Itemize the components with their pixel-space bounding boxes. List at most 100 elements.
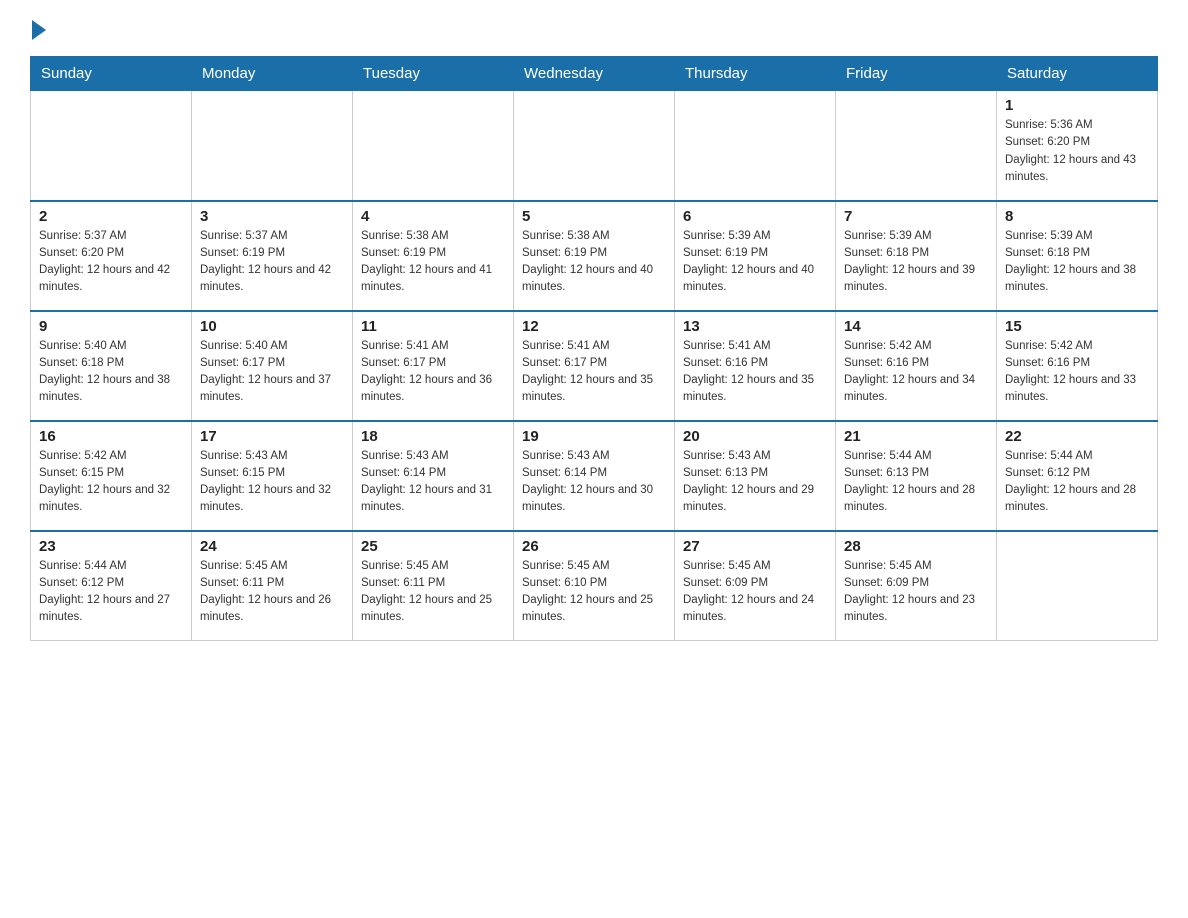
day-info: Sunrise: 5:41 AMSunset: 6:17 PMDaylight:… bbox=[361, 338, 505, 407]
calendar-week-row: 9Sunrise: 5:40 AMSunset: 6:18 PMDaylight… bbox=[31, 311, 1158, 421]
calendar-week-row: 2 Sunrise: 5:37 AMSunset: 6:20 PMDaylight… bbox=[31, 201, 1158, 311]
day-number: 26 bbox=[522, 538, 666, 555]
day-number: 13 bbox=[683, 318, 827, 335]
calendar-cell: 28 Sunrise: 5:45 AMSunset: 6:09 PMDayligh… bbox=[836, 531, 997, 641]
day-info: Sunrise: 5:45 AMSunset: 6:11 PMDaylight:… bbox=[200, 558, 344, 627]
calendar-cell: 25 Sunrise: 5:45 AMSunset: 6:11 PMDayligh… bbox=[353, 531, 514, 641]
day-number: 12 bbox=[522, 318, 666, 335]
calendar-cell: 12 Sunrise: 5:41 AMSunset: 6:17 PMDayligh… bbox=[514, 311, 675, 421]
day-info: Sunrise: 5:40 AMSunset: 6:17 PMDaylight:… bbox=[200, 338, 344, 407]
day-info: Sunrise: 5:37 AMSunset: 6:19 PMDaylight:… bbox=[200, 228, 344, 297]
day-info: Sunrise: 5:42 AMSunset: 6:16 PMDaylight:… bbox=[844, 338, 988, 407]
calendar-cell: 13 Sunrise: 5:41 AMSunset: 6:16 PMDayligh… bbox=[675, 311, 836, 421]
calendar-cell: 19 Sunrise: 5:43 AMSunset: 6:14 PMDayligh… bbox=[514, 421, 675, 531]
day-number: 18 bbox=[361, 428, 505, 445]
day-number: 4 bbox=[361, 208, 505, 225]
day-info: Sunrise: 5:39 AMSunset: 6:18 PMDaylight:… bbox=[1005, 228, 1149, 297]
logo bbox=[30, 20, 46, 40]
calendar-cell: 7 Sunrise: 5:39 AMSunset: 6:18 PMDaylight… bbox=[836, 201, 997, 311]
weekday-header-row: Sunday Monday Tuesday Wednesday Thursday… bbox=[31, 57, 1158, 91]
logo-arrow-icon bbox=[32, 20, 46, 40]
calendar-cell bbox=[836, 91, 997, 201]
day-number: 23 bbox=[39, 538, 183, 555]
day-info: Sunrise: 5:44 AMSunset: 6:13 PMDaylight:… bbox=[844, 448, 988, 517]
day-number: 11 bbox=[361, 318, 505, 335]
calendar-cell: 27 Sunrise: 5:45 AMSunset: 6:09 PMDayligh… bbox=[675, 531, 836, 641]
header-saturday: Saturday bbox=[997, 57, 1158, 91]
calendar-cell bbox=[675, 91, 836, 201]
day-info: Sunrise: 5:38 AMSunset: 6:19 PMDaylight:… bbox=[361, 228, 505, 297]
calendar-table: Sunday Monday Tuesday Wednesday Thursday… bbox=[30, 56, 1158, 641]
calendar-cell bbox=[514, 91, 675, 201]
calendar-cell: 9Sunrise: 5:40 AMSunset: 6:18 PMDaylight… bbox=[31, 311, 192, 421]
day-number: 28 bbox=[844, 538, 988, 555]
calendar-cell: 3 Sunrise: 5:37 AMSunset: 6:19 PMDaylight… bbox=[192, 201, 353, 311]
day-number: 9 bbox=[39, 318, 183, 335]
header bbox=[30, 20, 1158, 40]
calendar-week-row: 23 Sunrise: 5:44 AMSunset: 6:12 PMDayligh… bbox=[31, 531, 1158, 641]
calendar-cell: 10 Sunrise: 5:40 AMSunset: 6:17 PMDayligh… bbox=[192, 311, 353, 421]
calendar-cell: 6 Sunrise: 5:39 AMSunset: 6:19 PMDaylight… bbox=[675, 201, 836, 311]
day-info: Sunrise: 5:44 AMSunset: 6:12 PMDaylight:… bbox=[1005, 448, 1149, 517]
calendar-cell bbox=[192, 91, 353, 201]
day-number: 16 bbox=[39, 428, 183, 445]
calendar-cell: 14 Sunrise: 5:42 AMSunset: 6:16 PMDayligh… bbox=[836, 311, 997, 421]
day-info: Sunrise: 5:41 AMSunset: 6:16 PMDaylight:… bbox=[683, 338, 827, 407]
day-info: Sunrise: 5:39 AMSunset: 6:19 PMDaylight:… bbox=[683, 228, 827, 297]
day-number: 10 bbox=[200, 318, 344, 335]
calendar-cell: 17 Sunrise: 5:43 AMSunset: 6:15 PMDayligh… bbox=[192, 421, 353, 531]
day-info: Sunrise: 5:44 AMSunset: 6:12 PMDaylight:… bbox=[39, 558, 183, 627]
calendar-cell bbox=[353, 91, 514, 201]
day-info: Sunrise: 5:36 AMSunset: 6:20 PMDaylight:… bbox=[1005, 117, 1149, 186]
day-number: 22 bbox=[1005, 428, 1149, 445]
calendar-cell bbox=[31, 91, 192, 201]
day-number: 7 bbox=[844, 208, 988, 225]
day-number: 5 bbox=[522, 208, 666, 225]
day-info: Sunrise: 5:45 AMSunset: 6:09 PMDaylight:… bbox=[683, 558, 827, 627]
day-info: Sunrise: 5:42 AMSunset: 6:16 PMDaylight:… bbox=[1005, 338, 1149, 407]
calendar-cell: 5 Sunrise: 5:38 AMSunset: 6:19 PMDaylight… bbox=[514, 201, 675, 311]
header-wednesday: Wednesday bbox=[514, 57, 675, 91]
header-friday: Friday bbox=[836, 57, 997, 91]
calendar-cell: 16 Sunrise: 5:42 AMSunset: 6:15 PMDayligh… bbox=[31, 421, 192, 531]
calendar-cell: 18 Sunrise: 5:43 AMSunset: 6:14 PMDayligh… bbox=[353, 421, 514, 531]
day-number: 25 bbox=[361, 538, 505, 555]
calendar-week-row: 16 Sunrise: 5:42 AMSunset: 6:15 PMDayligh… bbox=[31, 421, 1158, 531]
day-number: 27 bbox=[683, 538, 827, 555]
day-info: Sunrise: 5:45 AMSunset: 6:10 PMDaylight:… bbox=[522, 558, 666, 627]
day-info: Sunrise: 5:43 AMSunset: 6:15 PMDaylight:… bbox=[200, 448, 344, 517]
day-info: Sunrise: 5:38 AMSunset: 6:19 PMDaylight:… bbox=[522, 228, 666, 297]
calendar-cell: 1 Sunrise: 5:36 AMSunset: 6:20 PMDaylight… bbox=[997, 91, 1158, 201]
day-info: Sunrise: 5:41 AMSunset: 6:17 PMDaylight:… bbox=[522, 338, 666, 407]
calendar-cell: 26 Sunrise: 5:45 AMSunset: 6:10 PMDayligh… bbox=[514, 531, 675, 641]
day-info: Sunrise: 5:43 AMSunset: 6:14 PMDaylight:… bbox=[522, 448, 666, 517]
day-info: Sunrise: 5:45 AMSunset: 6:09 PMDaylight:… bbox=[844, 558, 988, 627]
day-number: 24 bbox=[200, 538, 344, 555]
day-number: 21 bbox=[844, 428, 988, 445]
calendar-cell: 8 Sunrise: 5:39 AMSunset: 6:18 PMDaylight… bbox=[997, 201, 1158, 311]
calendar-cell: 24 Sunrise: 5:45 AMSunset: 6:11 PMDayligh… bbox=[192, 531, 353, 641]
calendar-cell: 2 Sunrise: 5:37 AMSunset: 6:20 PMDaylight… bbox=[31, 201, 192, 311]
calendar-cell: 15 Sunrise: 5:42 AMSunset: 6:16 PMDayligh… bbox=[997, 311, 1158, 421]
day-number: 19 bbox=[522, 428, 666, 445]
day-number: 2 bbox=[39, 208, 183, 225]
day-number: 15 bbox=[1005, 318, 1149, 335]
day-number: 17 bbox=[200, 428, 344, 445]
calendar-cell: 20 Sunrise: 5:43 AMSunset: 6:13 PMDayligh… bbox=[675, 421, 836, 531]
calendar-cell: 22 Sunrise: 5:44 AMSunset: 6:12 PMDayligh… bbox=[997, 421, 1158, 531]
day-number: 20 bbox=[683, 428, 827, 445]
day-info: Sunrise: 5:42 AMSunset: 6:15 PMDaylight:… bbox=[39, 448, 183, 517]
day-number: 6 bbox=[683, 208, 827, 225]
day-number: 1 bbox=[1005, 97, 1149, 114]
day-info: Sunrise: 5:45 AMSunset: 6:11 PMDaylight:… bbox=[361, 558, 505, 627]
header-thursday: Thursday bbox=[675, 57, 836, 91]
header-tuesday: Tuesday bbox=[353, 57, 514, 91]
calendar-cell: 11 Sunrise: 5:41 AMSunset: 6:17 PMDayligh… bbox=[353, 311, 514, 421]
day-number: 14 bbox=[844, 318, 988, 335]
day-number: 8 bbox=[1005, 208, 1149, 225]
day-info: Sunrise: 5:43 AMSunset: 6:14 PMDaylight:… bbox=[361, 448, 505, 517]
day-info: Sunrise: 5:43 AMSunset: 6:13 PMDaylight:… bbox=[683, 448, 827, 517]
day-info: Sunrise: 5:37 AMSunset: 6:20 PMDaylight:… bbox=[39, 228, 183, 297]
day-number: 3 bbox=[200, 208, 344, 225]
day-info: Sunrise: 5:39 AMSunset: 6:18 PMDaylight:… bbox=[844, 228, 988, 297]
